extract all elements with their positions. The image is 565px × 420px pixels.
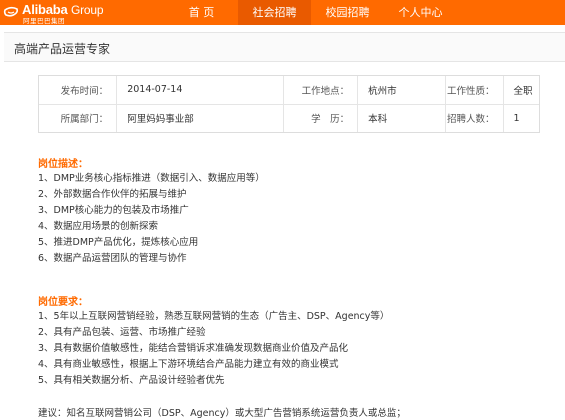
list-item: 5、具有相关数据分析、产品设计经验者优先: [38, 375, 225, 386]
logo-group: Group: [70, 3, 104, 17]
headcount-label: 招聘人数：: [447, 114, 495, 126]
requirements-list: 1、5年以上互联网营销经验，熟悉互联网营销的生态（广告主、DSP、Agency等…: [38, 309, 389, 389]
department-value: 阿里妈妈事业部: [116, 104, 285, 132]
main-nav: 首 页 社会招聘 校园招聘 个人中心: [165, 0, 457, 25]
list-item: 3、具有数据价值敏感性，能结合营销诉求准确发现数据商业价值及产品化: [38, 343, 349, 354]
education-value: 本科: [357, 104, 446, 132]
title-bar: 高端产品运营专家: [4, 32, 565, 62]
nav-campus-recruitment[interactable]: 校园招聘: [311, 0, 384, 25]
list-item: 2、外部数据合作伙伴的拓展与维护: [38, 189, 187, 200]
job-info-table: 发布时间： 2014-07-14 工作地点： 杭州市 工作性质： 全职 所属部门…: [38, 75, 540, 133]
info-row: 发布时间： 2014-07-14 工作地点： 杭州市 工作性质： 全职: [39, 76, 539, 105]
suggestion-text: 建议：知名互联网营销公司（DSP、Agency）或大型广告营销系统运营负责人或总…: [38, 408, 406, 419]
alibaba-logo[interactable]: Alibaba Group 阿里巴巴集团: [0, 0, 150, 25]
list-item: 6、数据产品运营团队的管理与协作: [38, 253, 187, 264]
education-label: 学 历：: [311, 114, 350, 126]
department-label: 所属部门：: [60, 114, 109, 126]
publish-date-value: 2014-07-14: [116, 76, 285, 105]
headcount-value: 1: [502, 104, 539, 132]
alibaba-smile-icon: [3, 6, 19, 17]
list-item: 5、推进DMP产品优化，提炼核心应用: [38, 237, 199, 248]
location-value: 杭州市: [357, 76, 446, 105]
job-type-label: 工作性质：: [445, 76, 504, 105]
requirements-heading: 岗位要求：: [38, 297, 88, 308]
nav-personal-center[interactable]: 个人中心: [384, 0, 457, 25]
list-item: 3、DMP核心能力的包装及市场推广: [38, 205, 189, 216]
list-item: 4、具有商业敏感性，根据上下游环境结合产品能力建立有效的商业模式: [38, 359, 339, 370]
list-item: 4、数据应用场景的创新探索: [38, 221, 159, 232]
publish-date-label: 发布时间：: [39, 76, 117, 105]
description-list: 1、DMP业务核心指标推进（数据引入、数据应用等） 2、外部数据合作伙伴的拓展与…: [38, 171, 265, 267]
nav-social-recruitment[interactable]: 社会招聘: [238, 0, 311, 25]
list-item: 1、DMP业务核心指标推进（数据引入、数据应用等）: [38, 173, 265, 184]
list-item: 2、具有产品包装、运营、市场推广经验: [38, 327, 206, 338]
logo-cn: 阿里巴巴集团: [23, 17, 65, 25]
page-title: 高端产品运营专家: [14, 42, 111, 56]
job-info-grid: 发布时间： 2014-07-14 工作地点： 杭州市 工作性质： 全职 所属部门…: [39, 76, 539, 132]
job-type-value: 全职: [502, 76, 539, 105]
description-heading: 岗位描述：: [38, 159, 88, 170]
location-label: 工作地点：: [283, 76, 358, 105]
list-item: 1、5年以上互联网营销经验，熟悉互联网营销的生态（广告主、DSP、Agency等…: [38, 311, 390, 322]
nav-home[interactable]: 首 页: [165, 0, 238, 25]
info-row: 所属部门： 阿里妈妈事业部 学 历： 本科 招聘人数： 1: [39, 104, 539, 132]
top-nav-bar: Alibaba Group 阿里巴巴集团 首 页 社会招聘 校园招聘 个人中心: [0, 0, 565, 25]
